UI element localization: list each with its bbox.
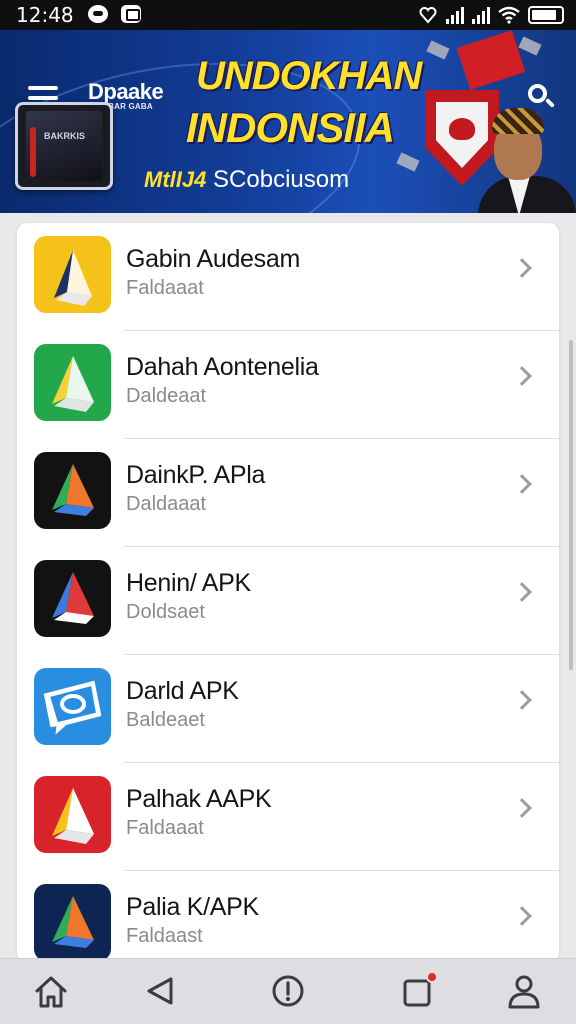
list-item[interactable]: Palia K/APK Faldaast <box>17 871 559 963</box>
phone-illustration: BAKRKIS <box>15 102 113 190</box>
headline-line-1: UNDOKHAN <box>196 54 422 98</box>
app-subtitle: Faldaast <box>126 925 203 947</box>
recents-icon[interactable] <box>396 969 440 1013</box>
phone-screen-text: BAKRKIS <box>44 131 86 141</box>
battery-icon <box>528 6 564 24</box>
list-item[interactable]: Palhak AAPK Faldaaat <box>17 763 559 871</box>
app-subtitle: Faldaaat <box>126 817 204 839</box>
chevron-right-icon <box>512 366 532 386</box>
chevron-right-icon <box>512 258 532 278</box>
chevron-right-icon <box>512 474 532 494</box>
app-subtitle: Doldsaet <box>126 601 205 623</box>
search-icon[interactable] <box>526 82 556 112</box>
message-icon <box>121 5 141 23</box>
list-item[interactable]: Henin/ APK Doldsaet <box>17 547 559 655</box>
wifi-icon <box>498 6 520 24</box>
bottom-navigation <box>0 958 576 1024</box>
list-item[interactable]: Darld APK Baldeaet <box>17 655 559 763</box>
app-subtitle: Daldeaat <box>126 385 207 407</box>
app-name: DainkP. APla <box>126 461 266 489</box>
app-name: Palhak AAPK <box>126 785 272 813</box>
info-icon[interactable] <box>266 969 310 1013</box>
list-item[interactable]: DainkP. APla Daldaaat <box>17 439 559 547</box>
list-item[interactable]: Gabin Audesam Faldaaat <box>17 223 559 331</box>
header-banner: Dpaake MOMBAR GABA BAKRKIS UNDOKHAN INDO… <box>0 30 576 213</box>
list-item[interactable]: Dahah Aontenelia Daldeaat <box>17 331 559 439</box>
profile-icon[interactable] <box>502 969 546 1013</box>
app-subtitle: Faldaaat <box>126 277 204 299</box>
dark-triangle-app-icon <box>34 452 111 529</box>
signal-icon <box>472 6 490 24</box>
app-name: Dahah Aontenelia <box>126 353 319 381</box>
tagline-part-2: SCobciusom <box>213 166 350 193</box>
yellow-triangle-app-icon <box>34 236 111 313</box>
notification-icon <box>88 5 108 23</box>
app-name: Darld APK <box>126 677 239 705</box>
chevron-right-icon <box>512 690 532 710</box>
home-icon[interactable] <box>29 969 73 1013</box>
scrollbar[interactable] <box>569 340 573 670</box>
signal-icon <box>446 6 464 24</box>
vibrate-icon <box>419 7 437 24</box>
status-time: 12:48 <box>16 3 74 27</box>
red-triangle-app-icon <box>34 776 111 853</box>
back-icon[interactable] <box>139 969 183 1013</box>
banner-headline: UNDOKHAN INDONSIIA <box>186 50 422 154</box>
app-name: Gabin Audesam <box>126 245 300 273</box>
app-name: Palia K/APK <box>126 893 259 921</box>
dark-red-triangle-app-icon <box>34 560 111 637</box>
green-triangle-app-icon <box>34 344 111 421</box>
navy-triangle-app-icon <box>34 884 111 961</box>
app-subtitle: Daldaaat <box>126 493 207 515</box>
eagle-icon <box>449 118 475 140</box>
tagline-part-1: MtlIJ4 <box>144 167 207 192</box>
headline-line-2: INDONSIIA <box>186 104 395 151</box>
flag-illustration <box>456 30 526 90</box>
chevron-right-icon <box>512 906 532 926</box>
chevron-right-icon <box>512 798 532 818</box>
app-subtitle: Baldeaet <box>126 709 205 731</box>
blue-chat-app-icon <box>34 668 111 745</box>
app-name: Henin/ APK <box>126 569 251 597</box>
banner-tagline: MtlIJ4 SCobciusom <box>144 166 349 194</box>
status-icons <box>418 4 564 26</box>
status-bar: 12:48 <box>0 0 576 30</box>
chevron-right-icon <box>512 582 532 602</box>
app-list: Gabin Audesam Faldaaat Dahah Aontenelia … <box>17 223 559 963</box>
notification-badge <box>426 971 438 983</box>
brand-name: Dpaake <box>88 79 164 104</box>
